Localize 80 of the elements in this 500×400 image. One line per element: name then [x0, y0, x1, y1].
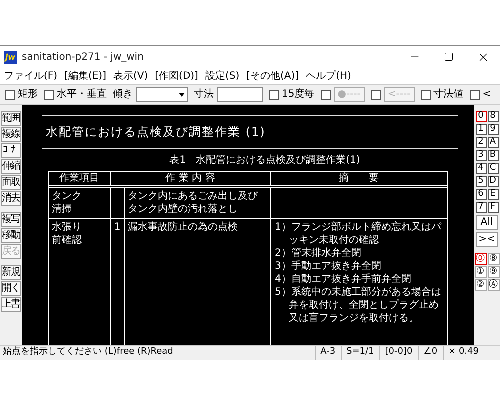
maximize-icon	[444, 52, 454, 62]
tool-button[interactable]: 移動	[1, 228, 21, 243]
column-header: 作 業 内 容	[166, 172, 216, 185]
layer-button[interactable]: 8	[488, 111, 498, 122]
checkbox[interactable]	[44, 90, 54, 100]
layer-button[interactable]: 2	[476, 137, 486, 148]
layer-group-button[interactable]: ②	[474, 279, 486, 291]
layer-button[interactable]: C	[488, 163, 498, 174]
tool-button[interactable]: 面取	[1, 175, 21, 190]
note-item: 2）管末排水弁全閉	[275, 247, 362, 260]
tool-button[interactable]: 範囲	[1, 111, 21, 126]
column-header: 作業項目	[60, 172, 100, 185]
table-cell-text: 水張り前確認	[52, 221, 83, 247]
layer-button[interactable]: F	[488, 202, 498, 213]
tool-button[interactable]: 伸縮	[1, 159, 21, 174]
status-cell: × 0.49	[442, 346, 484, 360]
dimension-field[interactable]	[217, 87, 263, 102]
table-cell: 1	[114, 222, 121, 233]
note-item: 5）系統中の未施工部分がある場合は弁を取付け、全閉としプラグ止め又は盲フランジを取付ける。	[275, 286, 442, 325]
layer-group-button[interactable]: ①	[474, 266, 486, 278]
menu-item[interactable]: [作図(D)]	[155, 68, 198, 84]
layer-group-button[interactable]: ⑧	[488, 253, 500, 265]
tool-button[interactable]: 複線	[1, 127, 21, 142]
layer-button[interactable]: E	[488, 189, 498, 200]
field-label: 傾き	[113, 88, 133, 102]
tool-button[interactable]: ｺｰﾅｰ	[1, 143, 21, 158]
table-cell-text: 漏水事故防止の為の点検	[128, 221, 239, 234]
table-caption: 表1 水配管における点検及び調整作業(1)	[170, 154, 360, 168]
layer-group-button[interactable]: Ⓐ	[488, 279, 500, 291]
layer-button[interactable]: 7	[476, 202, 486, 213]
status-cell: A-3	[314, 346, 341, 360]
menu-item[interactable]: 表示(V)	[114, 68, 148, 84]
menu-item[interactable]: [編集(E)]	[64, 68, 106, 84]
menu-item[interactable]: [その他(A)]	[246, 68, 300, 84]
tool-button[interactable]: 消去	[1, 191, 21, 206]
layer-button[interactable]: ><	[476, 232, 498, 247]
layer-button[interactable]: 1	[476, 124, 486, 135]
status-cell: S=1/1	[340, 346, 380, 360]
layer-button[interactable]: 9	[488, 124, 498, 135]
status-cell: ∠0	[418, 346, 443, 360]
column-header: 摘 要	[339, 172, 379, 185]
menu-item[interactable]: 設定(S)	[205, 68, 240, 84]
layer-button[interactable]: A	[488, 137, 498, 148]
status-cell: [0-0]0	[379, 346, 418, 360]
checkbox-label: 15度毎	[282, 88, 315, 102]
menu-item[interactable]: ヘルプ(H)	[306, 68, 352, 84]
checkbox[interactable]	[420, 90, 431, 100]
slope-select[interactable]	[136, 87, 188, 102]
checkbox[interactable]	[269, 90, 279, 100]
note-item: 3）手動エア抜き弁全閉	[275, 260, 382, 273]
note-item: 4）自動エア抜き弁手前弁全閉	[275, 273, 412, 286]
layer-button[interactable]: 3	[476, 150, 486, 161]
table-cell-text: タンク清掃	[52, 190, 83, 216]
table-cell-text: タンク内壁の汚れ落とし	[128, 203, 239, 216]
layer-group-button[interactable]: ⑨	[488, 266, 500, 278]
layer-button[interactable]: D	[488, 176, 498, 187]
layer-button[interactable]: 5	[476, 176, 486, 187]
checkbox[interactable]	[470, 90, 480, 100]
table-cell-text: タンク内にあるごみ出し及び	[128, 190, 260, 203]
checkbox[interactable]	[5, 90, 15, 100]
checkbox-label: 寸法値	[434, 88, 464, 102]
status-message: 始点を指示してください (L)free (R)Read	[2, 346, 174, 360]
layer-button[interactable]: All	[476, 215, 498, 230]
tool-button[interactable]: 上書	[1, 297, 21, 312]
checkbox-label: 水平・垂直	[57, 88, 107, 102]
note-item: 1）フランジ部ボルト締め忘れ又はパッキン未取付の確認	[275, 221, 443, 247]
app-logo: jw	[4, 50, 17, 64]
menu-item[interactable]: ファイル(F)	[4, 68, 58, 84]
layer-button[interactable]: 6	[476, 189, 486, 200]
tool-button[interactable]: 複写	[1, 212, 21, 227]
layer-button[interactable]: B	[488, 150, 498, 161]
window-title: sanitation-p271 - jw_win	[22, 50, 144, 64]
tool-button[interactable]: 開く	[1, 281, 21, 296]
drawing-title: 水配管における点検及び調整作業 (1)	[46, 124, 266, 141]
layer-button[interactable]: 4	[476, 163, 486, 174]
tool-button[interactable]: 新規	[1, 265, 21, 280]
field-label: 寸法	[194, 88, 214, 102]
checkbox-label: 矩形	[18, 88, 38, 102]
checkbox-label: <	[482, 88, 492, 102]
layer-button[interactable]: 0	[476, 111, 486, 122]
